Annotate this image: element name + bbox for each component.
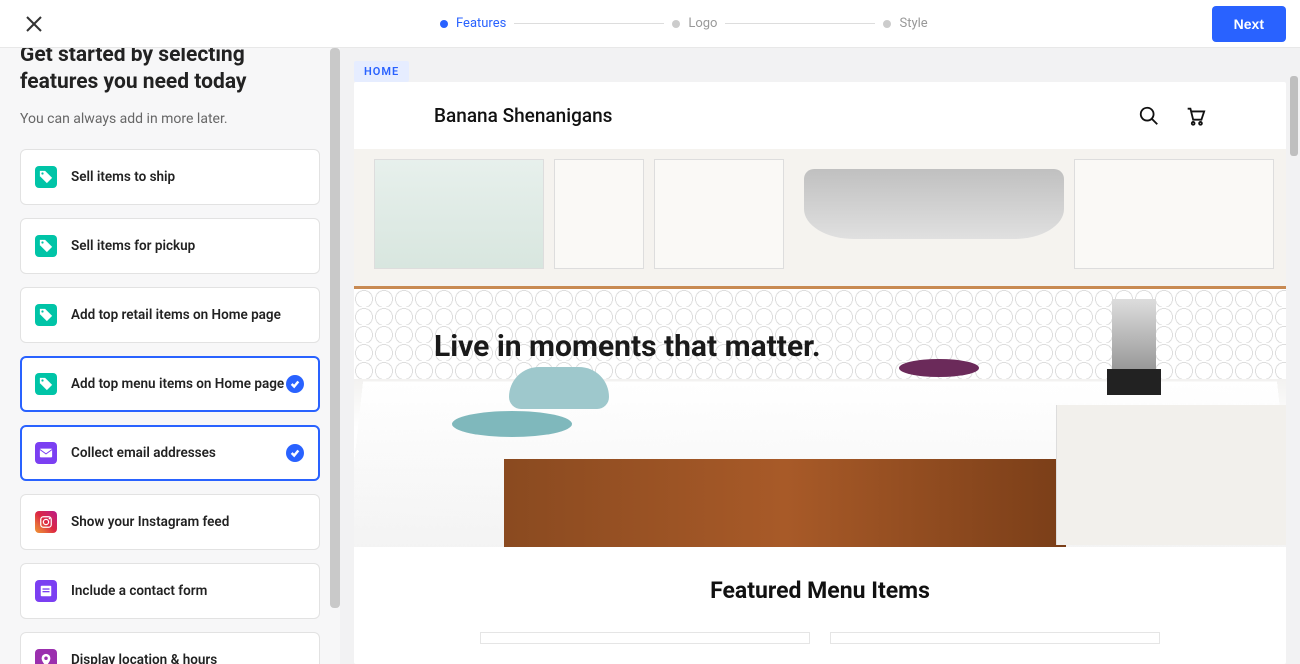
close-icon[interactable] xyxy=(24,14,44,34)
scrollbar-thumb[interactable] xyxy=(330,48,340,608)
next-button[interactable]: Next xyxy=(1212,6,1286,42)
step-divider xyxy=(725,23,875,24)
cart-icon[interactable] xyxy=(1184,105,1206,127)
site-header: Banana Shenanigans xyxy=(354,82,1286,149)
featured-item[interactable] xyxy=(830,632,1160,644)
site-title: Banana Shenanigans xyxy=(434,104,612,127)
instagram-icon xyxy=(35,511,57,533)
hero-decor xyxy=(1056,405,1286,545)
featured-item[interactable] xyxy=(480,632,810,644)
check-icon xyxy=(286,444,304,462)
hero-section: Live in moments that matter. xyxy=(354,149,1286,547)
sidebar-heading: Get started by selecting features you ne… xyxy=(20,48,320,97)
site-preview: Banana Shenanigans xyxy=(354,82,1286,664)
feature-label: Add top retail items on Home page xyxy=(71,307,281,323)
hero-decor xyxy=(504,459,1066,547)
step-dot-icon xyxy=(883,20,891,28)
feature-label: Display location & hours xyxy=(71,652,217,664)
tag-icon xyxy=(35,166,57,188)
pin-icon xyxy=(35,649,57,664)
check-icon xyxy=(286,375,304,393)
sidebar-subtext: You can always add in more later. xyxy=(20,111,320,127)
tag-icon xyxy=(35,304,57,326)
feature-menu-items-home[interactable]: Add top menu items on Home page xyxy=(20,356,320,412)
feature-sell-items-pickup[interactable]: Sell items for pickup xyxy=(20,218,320,274)
feature-label: Include a contact form xyxy=(71,583,207,599)
header-icons xyxy=(1138,105,1206,127)
main-area: Get started by selecting features you ne… xyxy=(0,48,1300,664)
hero-decor xyxy=(1107,369,1161,395)
feature-retail-items-home[interactable]: Add top retail items on Home page xyxy=(20,287,320,343)
feature-location-hours[interactable]: Display location & hours xyxy=(20,632,320,664)
feature-collect-email[interactable]: Collect email addresses xyxy=(20,425,320,481)
featured-heading: Featured Menu Items xyxy=(354,577,1286,604)
feature-label: Show your Instagram feed xyxy=(71,514,229,530)
step-indicator: Features Logo Style xyxy=(440,16,928,31)
step-label: Logo xyxy=(688,16,717,31)
step-logo[interactable]: Logo xyxy=(672,16,717,31)
feature-contact-form[interactable]: Include a contact form xyxy=(20,563,320,619)
featured-section: Featured Menu Items xyxy=(354,547,1286,664)
feature-label: Sell items to ship xyxy=(71,169,175,185)
tag-icon xyxy=(35,235,57,257)
hero-headline: Live in moments that matter. xyxy=(354,329,1286,364)
step-divider xyxy=(514,23,664,24)
hero-decor xyxy=(509,367,609,409)
step-dot-icon xyxy=(440,20,448,28)
step-features[interactable]: Features xyxy=(440,16,506,31)
step-style[interactable]: Style xyxy=(883,16,927,31)
feature-label: Collect email addresses xyxy=(71,445,216,461)
features-sidebar: Get started by selecting features you ne… xyxy=(0,48,340,664)
feature-label: Add top menu items on Home page xyxy=(71,376,284,392)
hero-decor xyxy=(452,411,572,437)
tag-icon xyxy=(35,373,57,395)
topbar: Features Logo Style Next xyxy=(0,0,1300,48)
scrollbar-thumb[interactable] xyxy=(1290,76,1298,156)
form-icon xyxy=(35,580,57,602)
feature-sell-items-ship[interactable]: Sell items to ship xyxy=(20,149,320,205)
feature-instagram-feed[interactable]: Show your Instagram feed xyxy=(20,494,320,550)
featured-grid xyxy=(354,632,1286,644)
page-tag: HOME xyxy=(354,61,409,82)
step-label: Features xyxy=(456,16,506,31)
preview-pane: HOME Banana Shenanigans xyxy=(340,48,1300,664)
step-dot-icon xyxy=(672,20,680,28)
step-label: Style xyxy=(899,16,927,31)
search-icon[interactable] xyxy=(1138,105,1160,127)
feature-label: Sell items for pickup xyxy=(71,238,195,254)
hero-decor xyxy=(804,169,1064,239)
mail-icon xyxy=(35,442,57,464)
